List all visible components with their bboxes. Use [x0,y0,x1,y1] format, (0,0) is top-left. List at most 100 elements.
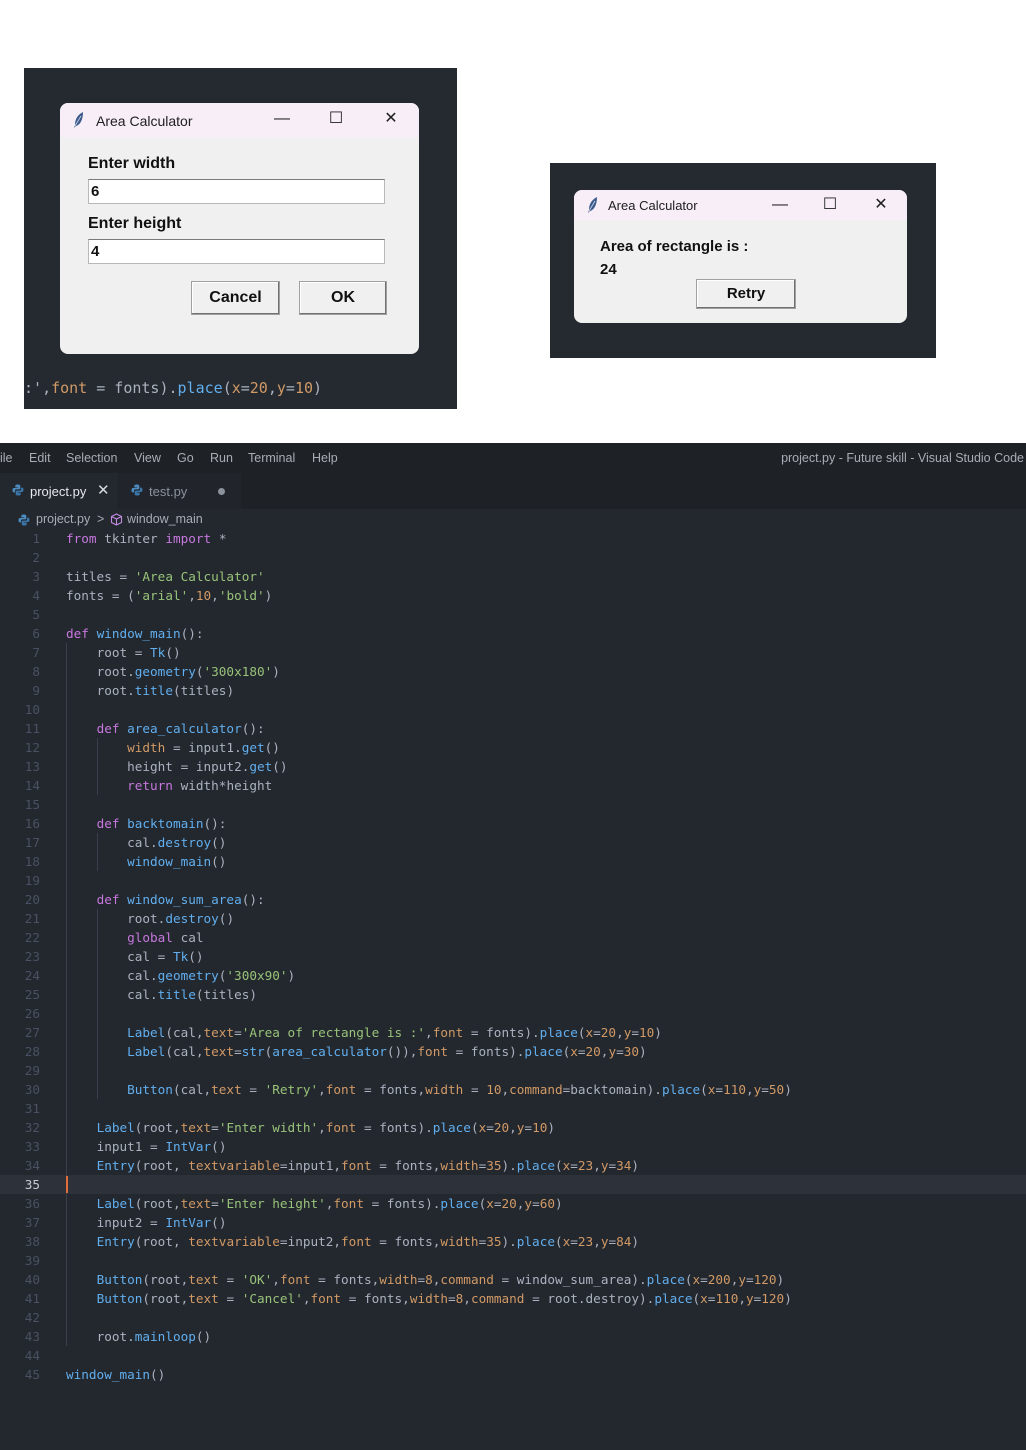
width-input[interactable]: 6 [88,179,385,204]
code-text: cal = Tk() [127,949,204,964]
window-title: Area Calculator [608,198,698,213]
code-line[interactable]: 35 [0,1175,1026,1194]
line-number: 15 [24,797,40,812]
line-number: 37 [24,1215,40,1230]
code-line[interactable]: 29 [0,1061,1026,1080]
code-line[interactable]: 39 [0,1251,1026,1270]
code-line[interactable]: 28 Label(cal,text=str(area_calculator())… [0,1042,1026,1061]
code-line[interactable]: 36 Label(root,text='Enter height',font =… [0,1194,1026,1213]
minimize-button[interactable]: — [770,195,790,215]
code-line[interactable]: 8 root.geometry('300x180') [0,662,1026,681]
code-line[interactable]: 3 titles = 'Area Calculator' [0,567,1026,586]
code-line[interactable]: 16 def backtomain(): [0,814,1026,833]
code-text: root = Tk() [96,645,181,660]
code-line[interactable]: 21 root.destroy() [0,909,1026,928]
code-line[interactable]: 45 window_main() [0,1365,1026,1384]
code-line[interactable]: 40 Button(root,text = 'OK',font = fonts,… [0,1270,1026,1289]
code-line[interactable]: 18 window_main() [0,852,1026,871]
code-line[interactable]: 2 [0,548,1026,567]
minimize-button[interactable]: — [272,109,292,129]
code-line[interactable]: 31 [0,1099,1026,1118]
code-line[interactable]: 20 def window_sum_area(): [0,890,1026,909]
code-line[interactable]: 33 input1 = IntVar() [0,1137,1026,1156]
menu-view[interactable]: View [134,451,161,465]
code-line[interactable]: 17 cal.destroy() [0,833,1026,852]
code-line[interactable]: 42 [0,1308,1026,1327]
code-line[interactable]: 25 cal.title(titles) [0,985,1026,1004]
code-text: Entry(root, textvariable=input1,font = f… [96,1158,640,1173]
close-icon[interactable]: ✕ [97,481,110,499]
line-number: 9 [32,683,40,698]
code-line[interactable]: 4 fonts = ('arial',10,'bold') [0,586,1026,605]
height-label: Enter height [88,215,182,232]
tab-test-py[interactable]: test.py [119,473,241,509]
code-line[interactable]: 26 [0,1004,1026,1023]
menu-help[interactable]: Help [312,451,338,465]
code-line[interactable]: 37 input2 = IntVar() [0,1213,1026,1232]
code-line[interactable]: 41 Button(root,text = 'Cancel',font = fo… [0,1289,1026,1308]
code-line[interactable]: 38 Entry(root, textvariable=input2,font … [0,1232,1026,1251]
maximize-button[interactable]: ☐ [326,109,346,129]
code-line[interactable]: 22 global cal [0,928,1026,947]
indent-guide [66,1061,67,1080]
code-text: cal.title(titles) [127,987,257,1002]
retry-button[interactable]: Retry [696,279,796,309]
line-number: 35 [24,1177,40,1192]
code-text: return width*height [127,778,273,793]
code-line[interactable]: 6 def window_main(): [0,624,1026,643]
code-line[interactable]: 43 root.mainloop() [0,1327,1026,1346]
menu-go[interactable]: Go [177,451,194,465]
cancel-button[interactable]: Cancel [191,281,280,315]
code-line[interactable]: 13 height = input2.get() [0,757,1026,776]
code-line[interactable]: 10 [0,700,1026,719]
code-line[interactable]: 30 Button(cal,text = 'Retry',font = font… [0,1080,1026,1099]
code-line[interactable]: 24 cal.geometry('300x90') [0,966,1026,985]
ok-button[interactable]: OK [299,281,387,315]
code-line[interactable]: 7 root = Tk() [0,643,1026,662]
line-number: 31 [24,1101,40,1116]
code-line[interactable]: 44 [0,1346,1026,1365]
height-input[interactable]: 4 [88,239,385,264]
screenshot-input-dialog: Area Calculator — ☐ ✕ Enter width 6 Ente… [24,68,457,409]
code-line[interactable]: 34 Entry(root, textvariable=input1,font … [0,1156,1026,1175]
code-line[interactable]: 5 [0,605,1026,624]
line-number: 11 [24,721,40,736]
line-number: 44 [24,1348,40,1363]
close-button[interactable]: ✕ [381,109,401,129]
code-line[interactable]: 32 Label(root,text='Enter width',font = … [0,1118,1026,1137]
window-titlebar[interactable]: Area Calculator — ☐ ✕ [574,190,907,220]
line-number: 2 [32,550,40,565]
line-number: 12 [24,740,40,755]
line-number: 22 [24,930,40,945]
line-number: 39 [24,1253,40,1268]
close-button[interactable]: ✕ [871,195,891,215]
code-line[interactable]: 14 return width*height [0,776,1026,795]
code-line[interactable]: 27 Label(cal,text='Area of rectangle is … [0,1023,1026,1042]
code-text: window_main() [66,1367,166,1382]
indent-guide [66,1251,67,1270]
code-line[interactable]: 19 [0,871,1026,890]
breadcrumb-file[interactable]: project.py [36,512,90,526]
code-line[interactable]: 23 cal = Tk() [0,947,1026,966]
code-text: fonts = ('arial',10,'bold') [66,588,273,603]
unsaved-dot-icon[interactable] [218,488,225,495]
maximize-button[interactable]: ☐ [820,195,840,215]
code-text: Label(root,text='Enter width',font = fon… [96,1120,555,1135]
menu-run[interactable]: Run [210,451,233,465]
menu-file[interactable]: ile [0,451,13,465]
menu-selection[interactable]: Selection [66,451,117,465]
window-titlebar[interactable]: Area Calculator — ☐ ✕ [60,103,419,137]
tab-project-py[interactable]: project.py ✕ [0,473,118,509]
code-line[interactable]: 11 def area_calculator(): [0,719,1026,738]
indent-guide [96,1004,98,1023]
line-number: 42 [24,1310,40,1325]
menu-edit[interactable]: Edit [29,451,51,465]
code-line[interactable]: 15 [0,795,1026,814]
code-text: def area_calculator(): [96,721,265,736]
menu-terminal[interactable]: Terminal [248,451,295,465]
code-line[interactable]: 12 width = input1.get() [0,738,1026,757]
line-number: 21 [24,911,40,926]
code-line[interactable]: 9 root.title(titles) [0,681,1026,700]
code-line[interactable]: 1 from tkinter import * [0,529,1026,548]
breadcrumb-symbol[interactable]: window_main [127,512,203,526]
